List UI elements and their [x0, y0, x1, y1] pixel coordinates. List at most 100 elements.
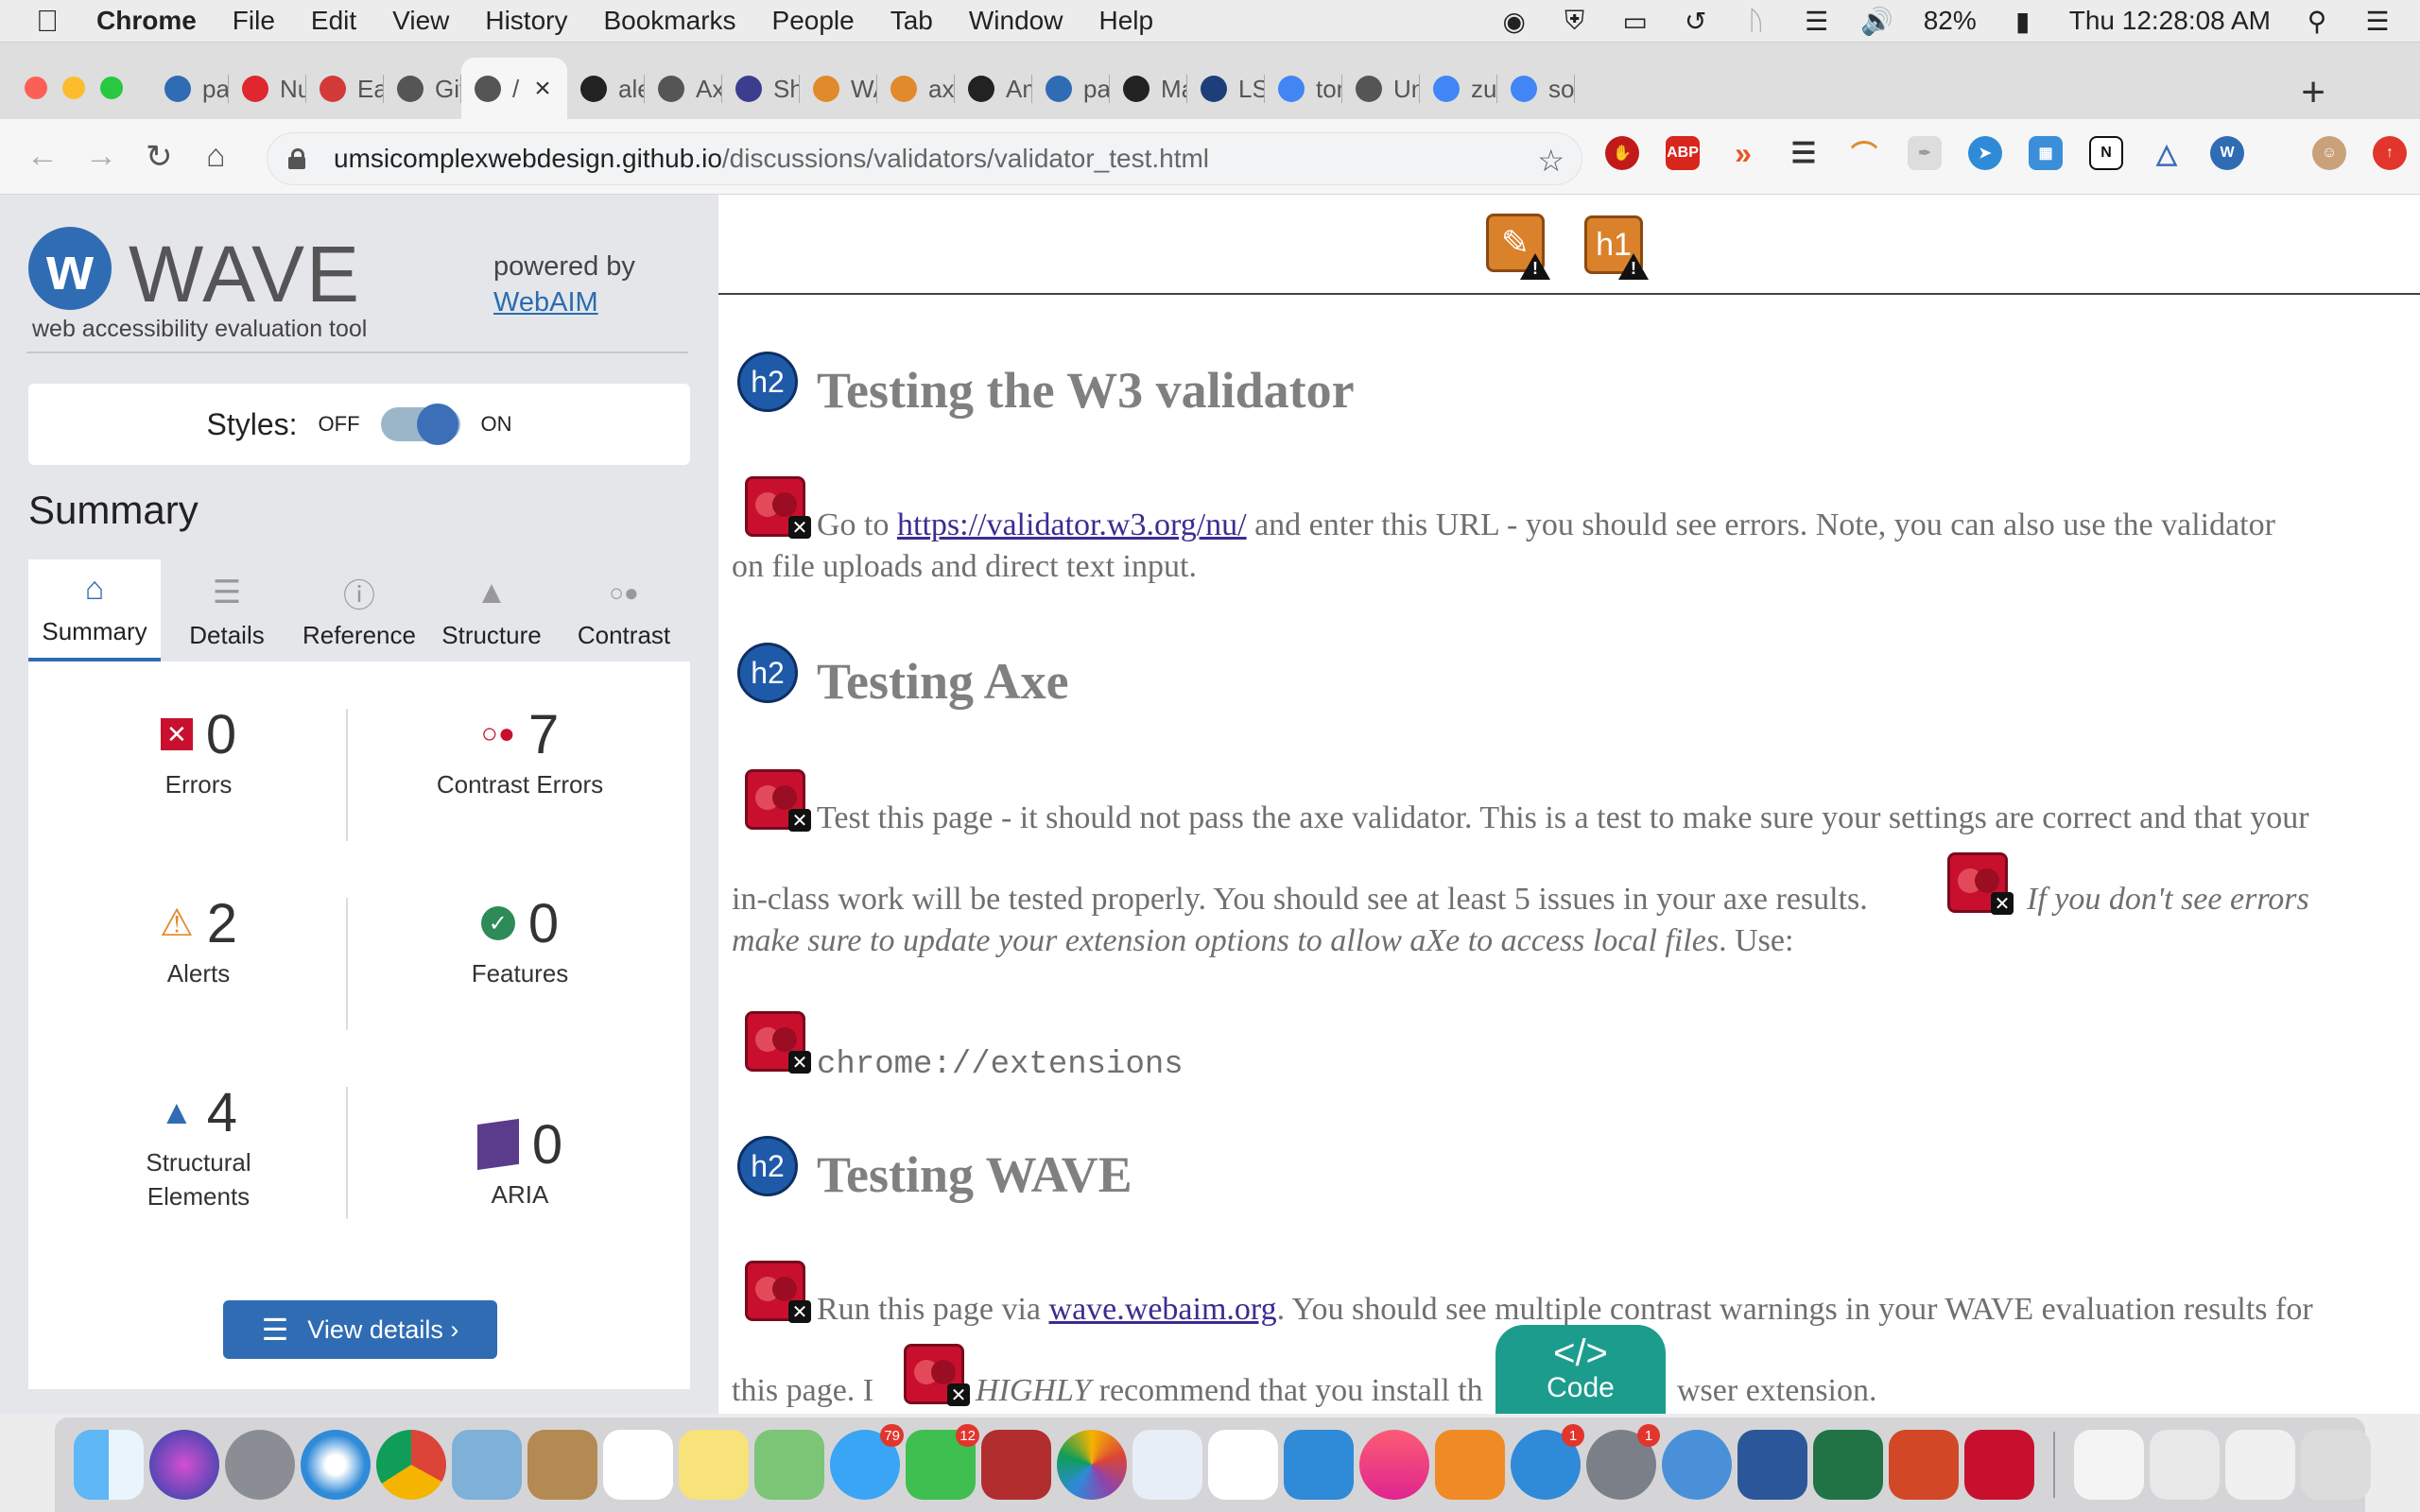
stat-alerts[interactable]: ⚠ 2 Alerts: [47, 890, 350, 990]
powerpoint-icon[interactable]: [1889, 1430, 1959, 1500]
photos-icon[interactable]: [1057, 1430, 1127, 1500]
browser-tab[interactable]: zum: [1420, 58, 1497, 120]
lock-icon[interactable]: [288, 148, 305, 169]
music-icon[interactable]: [1359, 1430, 1429, 1500]
messages-icon[interactable]: 79: [830, 1424, 904, 1500]
menu-edit[interactable]: Edit: [311, 6, 356, 36]
h2-structure-icon[interactable]: h2: [737, 643, 798, 703]
browser-tab[interactable]: Gith: [384, 58, 461, 120]
menu-tab[interactable]: Tab: [890, 6, 933, 36]
browser-tab[interactable]: Mar: [1110, 58, 1187, 120]
browser-tab[interactable]: Nun: [229, 58, 306, 120]
contacts-icon[interactable]: [527, 1430, 597, 1500]
pen-extension-icon[interactable]: ✒: [1908, 136, 1942, 170]
h2-structure-icon[interactable]: h2: [737, 352, 798, 412]
window-close-button[interactable]: [25, 77, 47, 99]
new-tab-button[interactable]: +: [2301, 69, 2325, 116]
preview-icon[interactable]: [1132, 1430, 1202, 1500]
menu-bookmarks[interactable]: Bookmarks: [603, 6, 735, 36]
view-details-button[interactable]: ☰ View details ›: [223, 1300, 497, 1359]
bookmark-star-icon[interactable]: ☆: [1537, 143, 1564, 179]
rainbow-extension-icon[interactable]: ⌒: [1847, 136, 1881, 170]
window-zoom-button[interactable]: [100, 77, 123, 99]
browser-tab[interactable]: Axe: [645, 58, 722, 120]
menu-window[interactable]: Window: [969, 6, 1063, 36]
facetime-icon[interactable]: 12: [906, 1424, 979, 1500]
home-icon[interactable]: ⌂: [206, 138, 226, 175]
creative-cloud-icon[interactable]: ◉: [1500, 7, 1529, 36]
keynote-icon[interactable]: [1284, 1430, 1354, 1500]
numbers-icon[interactable]: [1208, 1430, 1278, 1500]
stat-structural-elements[interactable]: ▲ 4 Structural Elements: [47, 1079, 350, 1213]
profile-avatar[interactable]: ☺: [2312, 136, 2346, 170]
browser-tab[interactable]: pan: [1032, 58, 1110, 120]
maps-icon[interactable]: [754, 1430, 824, 1500]
tab-structure[interactable]: ▲ Structure: [425, 559, 558, 662]
word-icon[interactable]: [1737, 1430, 1807, 1500]
browser-tab[interactable]: tom: [1265, 58, 1342, 120]
siri-icon[interactable]: [149, 1430, 219, 1500]
browser-tab[interactable]: soft: [1497, 58, 1575, 120]
stat-contrast-errors[interactable]: ○● 7 Contrast Errors: [369, 701, 671, 801]
forward-extension-icon[interactable]: »: [1726, 136, 1760, 170]
menubar-clock[interactable]: Thu 12:28:08 AM: [2069, 6, 2271, 36]
browser-tab[interactable]: alex: [567, 58, 645, 120]
network-globe-icon[interactable]: [1662, 1430, 1732, 1500]
notion-extension-icon[interactable]: N: [2089, 136, 2123, 170]
browser-tab[interactable]: WA\: [800, 58, 877, 120]
tab-details[interactable]: ☰ Details: [161, 559, 293, 662]
shield-icon[interactable]: ⛨: [1561, 6, 1589, 35]
menu-history[interactable]: History: [485, 6, 567, 36]
time-machine-icon[interactable]: ↺: [1682, 7, 1710, 36]
styles-toggle[interactable]: [380, 404, 460, 445]
stat-features[interactable]: ✓ 0 Features: [369, 890, 671, 990]
axe-extension-icon[interactable]: △: [2150, 136, 2184, 170]
browser-tab[interactable]: Sho: [722, 58, 800, 120]
menu-app-chrome[interactable]: Chrome: [96, 6, 197, 36]
volume-icon[interactable]: 🔊: [1860, 7, 1893, 36]
safari-icon[interactable]: [301, 1430, 371, 1500]
wave-code-button[interactable]: </> Code: [1495, 1325, 1666, 1414]
battery-percent[interactable]: 82%: [1924, 6, 1977, 36]
menu-people[interactable]: People: [772, 6, 855, 36]
wave-extension-icon[interactable]: W: [2210, 136, 2244, 170]
chrome-icon[interactable]: [376, 1430, 446, 1500]
notification-center-icon[interactable]: ☰: [2363, 7, 2392, 36]
mail-bird-icon[interactable]: [452, 1430, 522, 1500]
browser-tab[interactable]: Eas: [306, 58, 384, 120]
back-arrow-icon[interactable]: ←: [26, 138, 59, 175]
update-extension-icon[interactable]: ↑: [2373, 136, 2407, 170]
window-minimize-button[interactable]: [62, 77, 85, 99]
battery-icon[interactable]: ▮: [2009, 7, 2037, 36]
finder-icon[interactable]: [74, 1430, 144, 1500]
tab-close-icon[interactable]: ×: [534, 73, 551, 105]
app-store-icon[interactable]: 1: [1511, 1424, 1584, 1500]
acrobat-icon[interactable]: [1964, 1430, 2034, 1500]
stat-errors[interactable]: ✕ 0 Errors: [47, 701, 350, 801]
recent-document-icon[interactable]: [2074, 1430, 2144, 1500]
compass-extension-icon[interactable]: ➤: [1968, 136, 2002, 170]
tab-summary[interactable]: ⌂ Summary: [28, 559, 161, 662]
stat-aria[interactable]: 0 ARIA: [369, 1111, 671, 1211]
address-bar[interactable]: umsicomplexwebdesign.github.io/discussio…: [267, 132, 1582, 185]
adblock-plus-extension-icon[interactable]: ABP: [1666, 136, 1700, 170]
browser-tab[interactable]: pan: [151, 58, 229, 120]
browser-tab[interactable]: axe: [877, 58, 955, 120]
books-icon[interactable]: [1435, 1430, 1505, 1500]
calendar-icon[interactable]: [603, 1430, 673, 1500]
list-extension-icon[interactable]: ☰: [1787, 136, 1821, 170]
ublock-extension-icon[interactable]: ✋: [1605, 136, 1639, 170]
launchpad-icon[interactable]: [225, 1430, 295, 1500]
photo-booth-icon[interactable]: [981, 1430, 1051, 1500]
apple-menu-icon[interactable]: : [36, 4, 70, 39]
browser-tab[interactable]: / ×: [461, 58, 567, 120]
reload-icon[interactable]: ↻: [146, 138, 173, 176]
wave-webaim-link[interactable]: wave.webaim.org: [1049, 1292, 1277, 1327]
menu-help[interactable]: Help: [1098, 6, 1153, 36]
system-preferences-icon[interactable]: 1: [1586, 1424, 1660, 1500]
w3-validator-link[interactable]: https://validator.w3.org/nu/: [897, 507, 1247, 542]
recent-document-icon[interactable]: [2225, 1430, 2295, 1500]
webaim-link[interactable]: WebAIM: [493, 287, 598, 318]
recent-document-icon[interactable]: [2150, 1430, 2220, 1500]
toggle-knob[interactable]: [416, 404, 458, 445]
